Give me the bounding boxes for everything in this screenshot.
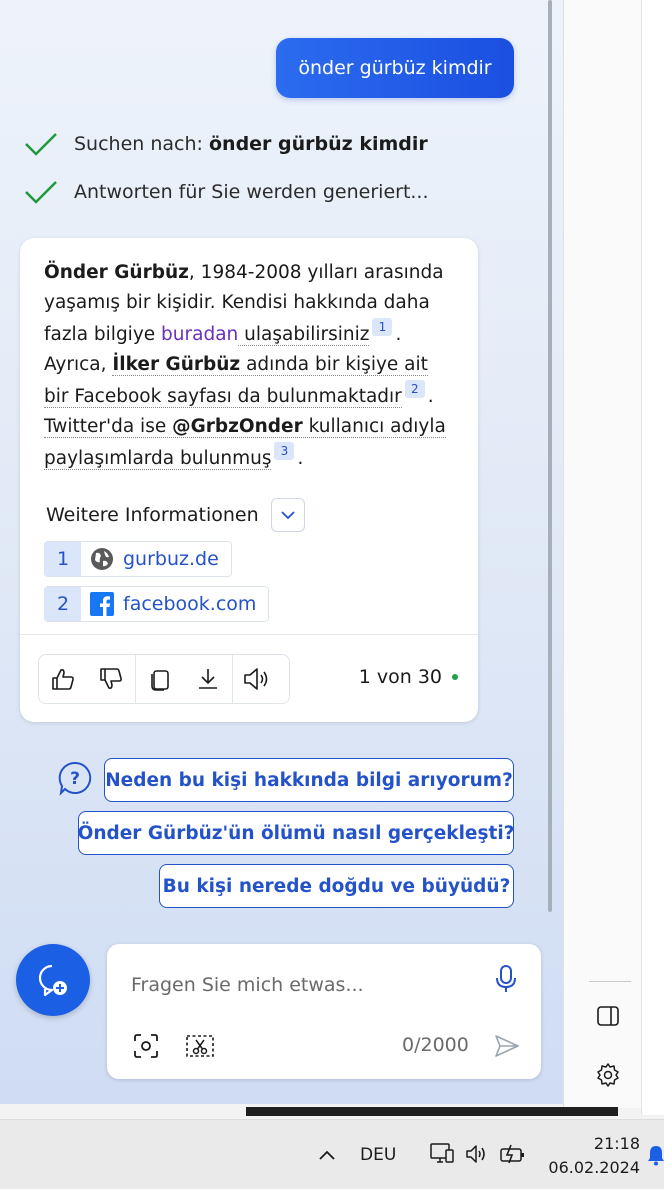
globe-icon bbox=[89, 546, 115, 572]
char-count: 0/2000 bbox=[402, 1034, 469, 1056]
side-panel-strip bbox=[563, 0, 641, 1108]
response-counter: 1 von 30 bbox=[359, 666, 458, 688]
help-question-icon: ? bbox=[58, 761, 92, 796]
page-count-text: 1 von 30 bbox=[358, 666, 442, 688]
answer-card: Önder Gürbüz, 1984-2008 yılları arasında… bbox=[20, 238, 478, 722]
speaker-icon[interactable] bbox=[233, 655, 281, 703]
citation-2[interactable]: 2 bbox=[404, 380, 425, 398]
status-generating-text: Antworten für Sie werden generiert... bbox=[74, 181, 429, 203]
source-label: gurbuz.de bbox=[123, 548, 219, 570]
notification-bell-icon[interactable] bbox=[648, 1142, 664, 1168]
chat-input[interactable] bbox=[131, 968, 471, 1002]
battery-charging-icon[interactable] bbox=[499, 1140, 527, 1168]
checkmark-icon bbox=[25, 181, 57, 204]
screenshot-icon[interactable] bbox=[129, 1029, 163, 1063]
microphone-icon[interactable] bbox=[489, 962, 523, 996]
thumbs-down-icon[interactable] bbox=[87, 655, 135, 703]
suggestion-chip-3[interactable]: Bu kişi nerede doğdu ve büyüdü? bbox=[159, 864, 514, 908]
volume-icon[interactable] bbox=[463, 1140, 491, 1168]
clock-time: 21:18 bbox=[593, 1134, 640, 1153]
status-dot bbox=[452, 674, 458, 680]
window-bottom-bar bbox=[246, 1107, 618, 1116]
user-message-text: önder gürbüz kimdir bbox=[298, 57, 492, 79]
chat-input-box: 0/2000 bbox=[107, 944, 541, 1079]
clock-date: 06.02.2024 bbox=[548, 1158, 640, 1177]
send-icon[interactable] bbox=[490, 1029, 524, 1063]
more-info-header: Weitere Informationen bbox=[46, 498, 305, 532]
citation-3[interactable]: 3 bbox=[274, 442, 295, 460]
source-number: 1 bbox=[45, 542, 81, 576]
source-label: facebook.com bbox=[123, 593, 257, 615]
suggestion-chip-2[interactable]: Önder Gürbüz'ün ölümü nasıl gerçekleşti? bbox=[78, 811, 514, 855]
card-divider bbox=[20, 634, 478, 635]
status-searching: Suchen nach: önder gürbüz kimdir bbox=[24, 132, 428, 156]
response-actions bbox=[38, 654, 290, 704]
source-link-2[interactable]: 2 facebook.com bbox=[44, 586, 270, 622]
chevron-down-icon[interactable] bbox=[270, 498, 305, 532]
background-window-edge bbox=[641, 0, 664, 1115]
copy-icon[interactable] bbox=[136, 655, 184, 703]
answer-link-buradan[interactable]: buradan bbox=[161, 324, 238, 345]
svg-text:?: ? bbox=[70, 769, 80, 789]
copilot-pane: önder gürbüz kimdir Suchen nach: önder g… bbox=[0, 0, 563, 1104]
taskbar-clock[interactable]: 21:18 06.02.2024 bbox=[548, 1132, 640, 1180]
new-topic-button[interactable] bbox=[16, 944, 90, 1016]
language-indicator[interactable]: DEU bbox=[360, 1142, 396, 1168]
status-generating: Antworten für Sie werden generiert... bbox=[24, 180, 429, 204]
chevron-up-icon[interactable] bbox=[314, 1142, 340, 1168]
thumbs-up-icon[interactable] bbox=[39, 655, 87, 703]
source-number: 2 bbox=[45, 587, 81, 621]
download-icon[interactable] bbox=[184, 655, 232, 703]
status-search-query: önder gürbüz kimdir bbox=[208, 133, 428, 155]
settings-gear-icon[interactable] bbox=[594, 1061, 622, 1089]
suggestion-chip-1[interactable]: Neden bu kişi hakkında bilgi arıyorum? bbox=[104, 758, 514, 802]
taskbar: DEU 21:18 06.02.2024 bbox=[0, 1119, 664, 1189]
answer-text: Önder Gürbüz, 1984-2008 yılları arasında… bbox=[44, 262, 446, 470]
citation-1[interactable]: 1 bbox=[372, 318, 393, 336]
more-info-label: Weitere Informationen bbox=[46, 504, 259, 526]
answer-name: Önder Gürbüz bbox=[44, 262, 189, 283]
status-search-prefix: Suchen nach: bbox=[74, 133, 209, 155]
network-icon[interactable] bbox=[428, 1140, 456, 1168]
new-chat-icon bbox=[38, 964, 67, 997]
checkmark-icon bbox=[25, 133, 57, 156]
user-message-bubble: önder gürbüz kimdir bbox=[276, 38, 514, 98]
snip-icon[interactable] bbox=[183, 1029, 217, 1063]
source-link-1[interactable]: 1 gurbuz.de bbox=[44, 541, 232, 577]
sidebar-toggle-icon[interactable] bbox=[594, 1002, 622, 1030]
facebook-icon bbox=[89, 591, 115, 617]
pane-scrollbar[interactable] bbox=[548, 0, 552, 912]
